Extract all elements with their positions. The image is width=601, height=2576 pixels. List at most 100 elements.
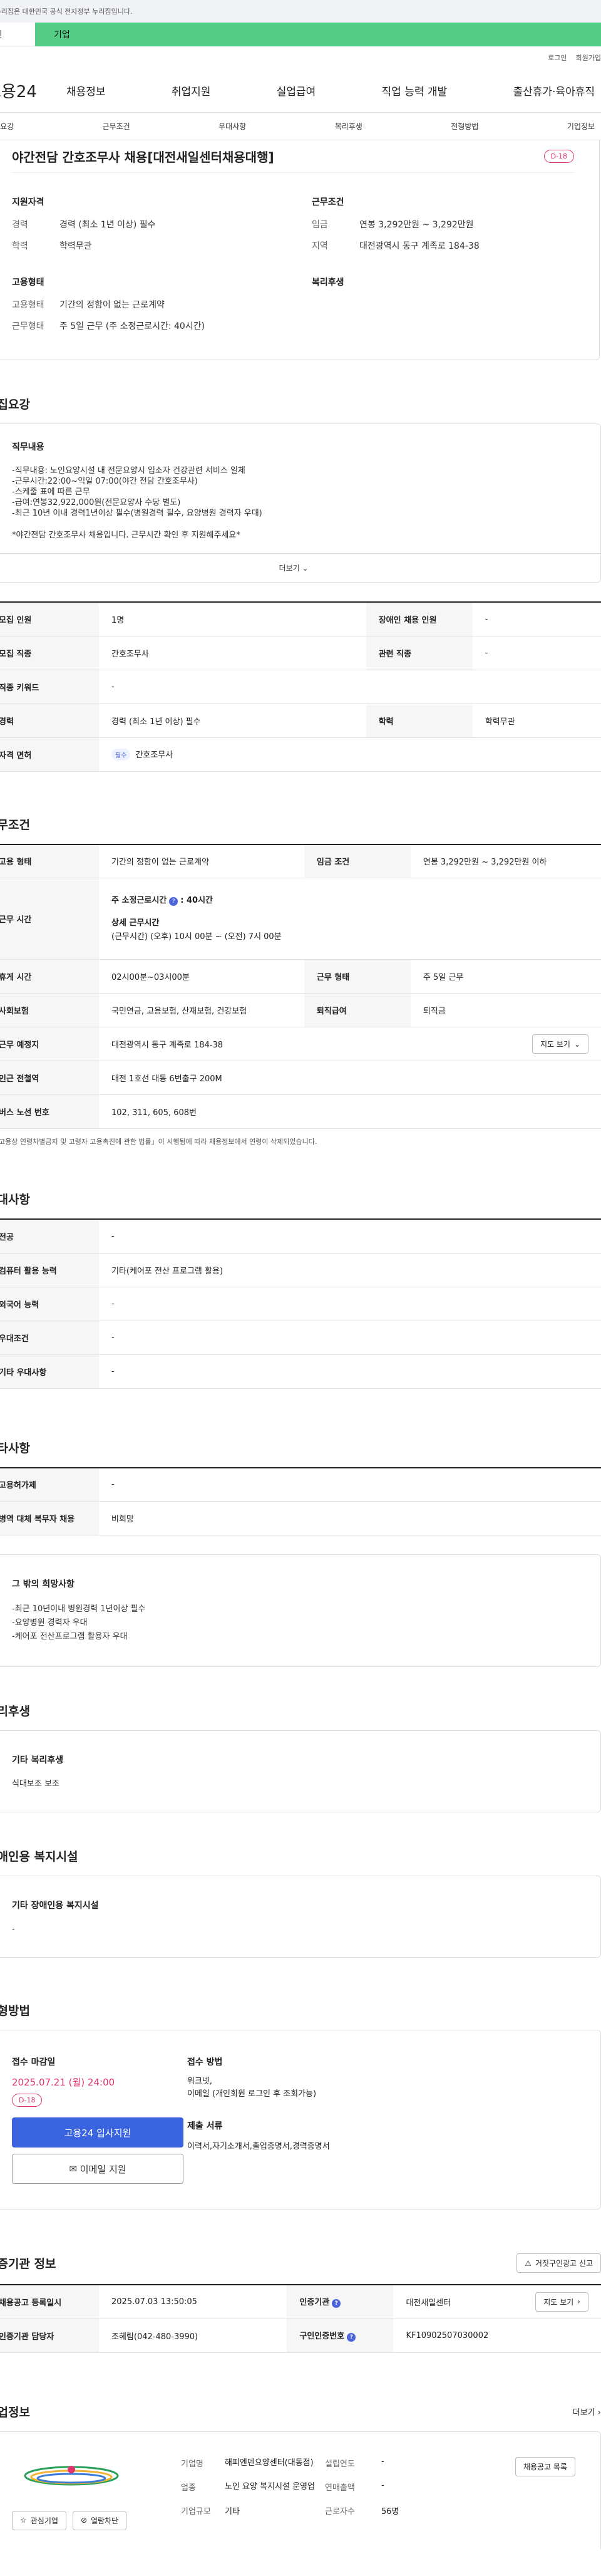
map-button[interactable]: 지도 보기 › bbox=[535, 2292, 588, 2312]
wish-line: -요양병원 경력자 우대 bbox=[12, 1618, 88, 1628]
anchor-pref[interactable]: 우대사항 bbox=[218, 121, 246, 132]
more-label: 더보기 bbox=[279, 564, 300, 573]
welfare-heading: 복리후생 bbox=[312, 278, 344, 288]
welfare-box: 기타 복리후생 식대보조 보조 bbox=[0, 1730, 601, 1812]
gnb-item-parental[interactable]: 출산휴가·육아휴직 bbox=[513, 83, 595, 98]
agency-heading: 인증기관 정보 bbox=[0, 2257, 56, 2271]
anchor-company[interactable]: 기업정보 bbox=[567, 121, 595, 132]
license-value: 간호조무사 bbox=[135, 750, 173, 760]
table-row: 외국어 능력 - bbox=[0, 1287, 601, 1321]
welfare-section-heading: 복리후생 bbox=[0, 1705, 30, 1718]
etc-table: 고용허가제 - 병역 대체 복무자 채용 비희망 bbox=[0, 1467, 601, 1535]
table-value: 국민연금, 고용보험, 산재보험, 건강보험 bbox=[99, 993, 304, 1027]
help-icon[interactable]: ? bbox=[332, 2299, 341, 2309]
company-name-value: 해피엔덴요양센터(대동점) bbox=[225, 2458, 314, 2468]
dday-badge: D-18 bbox=[543, 150, 574, 163]
table-row: 버스 노선 번호 102, 311, 605, 608번 bbox=[0, 1094, 601, 1129]
method-line: 이메일 (개인회원 로그인 후 조회가능) bbox=[187, 2089, 317, 2099]
gov-notice-text: 이 누리집은 대한민국 공식 전자정부 누리집입니다. bbox=[0, 8, 133, 16]
docs-value: 이력서,자기소개서,졸업증명서,경력증명서 bbox=[187, 2142, 330, 2151]
job-description-box: 직무내용 -직무내용: 노인요양시설 내 전문요양시 입소자 건강관련 서비스 … bbox=[0, 423, 601, 554]
table-label: 우대조건 bbox=[0, 1321, 99, 1355]
career-value: 경력 (최소 1년 이상) 필수 bbox=[59, 220, 156, 230]
employment-type-heading: 고용형태 bbox=[12, 278, 44, 288]
signup-link[interactable]: 회원가입 bbox=[576, 53, 601, 63]
job-list-button[interactable]: 채용공고 목록 bbox=[515, 2456, 575, 2476]
disability-box: 기타 장애인용 복지시설 - bbox=[0, 1876, 601, 1958]
table-row: 근무 시간 주 소정근로시간?: 40시간 상세 근무시간 (근무시간) (오후… bbox=[0, 878, 601, 960]
block-label: 열람차단 bbox=[91, 2516, 119, 2525]
table-value: 02시00분~03시00분 bbox=[99, 959, 304, 994]
more-button[interactable]: 더보기 ⌄ bbox=[0, 554, 601, 583]
desc-line: -근무시간:22:00~익일 07:00(야간 전담 간호조무사) bbox=[12, 477, 198, 486]
login-link[interactable]: 로그인 bbox=[548, 53, 567, 63]
table-value: 기타(케어포 전산 프로그램 활용) bbox=[99, 1253, 601, 1287]
desc-line: -급여:연봉32,922,000원(전문요양사 수당 별도) bbox=[12, 498, 181, 507]
table-value: - bbox=[472, 636, 601, 670]
table-value: 학력무관 bbox=[472, 704, 601, 738]
detail-hours-label: 상세 근무시간 bbox=[111, 918, 160, 928]
table-row: 휴게 시간 02시00분~03시00분 근무 형태 주 5일 근무 bbox=[0, 959, 601, 994]
chevron-down-icon: ⌄ bbox=[573, 1039, 580, 1049]
map-button[interactable]: 지도 보기 ⌄ bbox=[532, 1034, 588, 1054]
apply-online-button[interactable]: 고용24 입사지원 bbox=[12, 2117, 183, 2148]
job-description-title: 직무내용 bbox=[12, 442, 44, 452]
tab-company[interactable]: 기업 bbox=[35, 23, 601, 46]
table-label: 퇴직급여 bbox=[304, 993, 411, 1027]
table-value: - bbox=[99, 670, 601, 704]
table-value: 대전 1호선 대동 6번출구 200M bbox=[99, 1061, 601, 1095]
table-label: 컴퓨터 활용 능력 bbox=[0, 1253, 99, 1287]
table-label: 인증기관? bbox=[287, 2285, 394, 2319]
table-row: 근무 예정지 대전광역시 동구 계족로 184-38 지도 보기 ⌄ bbox=[0, 1027, 601, 1061]
job-title: 야간전담 간호조무사 채용[대전새일센터채용대행] bbox=[12, 150, 274, 165]
global-nav: 고용24 채용정보 취업지원 실업급여 직업 능력 개발 출산휴가·육아휴직 bbox=[0, 69, 601, 113]
recruit-heading: 모집요강 bbox=[0, 398, 30, 412]
anchor-apply[interactable]: 전형방법 bbox=[451, 121, 478, 132]
company-more-link[interactable]: 더보기 › bbox=[573, 2406, 601, 2418]
gnb-item-training[interactable]: 직업 능력 개발 bbox=[382, 83, 448, 98]
help-icon[interactable]: ? bbox=[347, 2333, 356, 2342]
emp-type-value: 기간의 정함이 없는 근로계약 bbox=[59, 300, 165, 310]
gnb-item-unemployment[interactable]: 실업급여 bbox=[277, 83, 316, 98]
table-value: 연봉 3,292만원 ~ 3,292만원 이하 bbox=[410, 844, 601, 878]
tab-personal[interactable]: 개인 bbox=[0, 23, 35, 46]
wish-line: -최근 10년이내 병원경력 1년이상 필수 bbox=[12, 1604, 146, 1614]
welfare-box-title: 기타 복리후생 bbox=[12, 1755, 64, 1765]
table-label: 외국어 능력 bbox=[0, 1287, 99, 1321]
favorite-company-button[interactable]: ☆ 관심기업 bbox=[12, 2510, 66, 2530]
location-label: 지역 bbox=[312, 241, 328, 251]
table-row: 경력 경력 (최소 1년 이상) 필수 학력 학력무관 bbox=[0, 704, 601, 738]
extra-wishes-box: 그 밖의 희망사항 -최근 10년이내 병원경력 1년이상 필수 -요양병원 경… bbox=[0, 1554, 601, 1667]
apply-card: 접수 마감일 2025.07.21 (월) 24:00 D-18 고용24 입사… bbox=[0, 2030, 601, 2210]
table-label: 근무 시간 bbox=[0, 878, 99, 960]
table-label: 경력 bbox=[0, 704, 99, 738]
table-label: 휴게 시간 bbox=[0, 959, 99, 994]
star-icon: ☆ bbox=[20, 2516, 27, 2525]
site-logo[interactable]: 고용24 bbox=[0, 79, 66, 102]
table-row: 컴퓨터 활용 능력 기타(케어포 전산 프로그램 활용) bbox=[0, 1253, 601, 1287]
education-label: 학력 bbox=[12, 241, 28, 251]
favorite-label: 관심기업 bbox=[30, 2516, 58, 2525]
anchor-welfare[interactable]: 복리후생 bbox=[335, 121, 362, 132]
table-value: 주 소정근로시간?: 40시간 상세 근무시간 (근무시간) (오후) 10시 … bbox=[99, 878, 601, 960]
etc-heading: 기타사항 bbox=[0, 1441, 30, 1455]
career-label: 경력 bbox=[12, 220, 28, 230]
anchor-recruit[interactable]: 모집요강 bbox=[0, 121, 14, 132]
gnb-item-career[interactable]: 취업지원 bbox=[172, 83, 211, 98]
table-label: 관련 직종 bbox=[366, 636, 473, 670]
disability-text: - bbox=[12, 1924, 15, 1934]
help-icon[interactable]: ? bbox=[169, 896, 178, 906]
sales-label: 연매출액 bbox=[325, 2483, 355, 2493]
gnb-item-jobs[interactable]: 채용정보 bbox=[66, 83, 106, 98]
email-apply-button[interactable]: ✉ 이메일 지원 bbox=[12, 2154, 183, 2184]
table-label: 장애인 채용 인원 bbox=[366, 602, 473, 636]
table-value: - bbox=[99, 1354, 601, 1389]
report-fake-ad-button[interactable]: ⚠ 거짓구인광고 신고 bbox=[516, 2253, 601, 2273]
anchor-work[interactable]: 근무조건 bbox=[103, 121, 130, 132]
table-label: 근무 예정지 bbox=[0, 1027, 99, 1061]
desc-line: -직무내용: 노인요양시설 내 전문요양시 입소자 건강관련 서비스 일체 bbox=[12, 466, 245, 475]
org-label: 인증기관 bbox=[299, 2298, 330, 2308]
block-company-button[interactable]: ⊘ 열람차단 bbox=[72, 2510, 127, 2530]
block-icon: ⊘ bbox=[80, 2516, 87, 2525]
wish-line: -케어포 전산프로그램 활용자 우대 bbox=[12, 1632, 128, 1641]
